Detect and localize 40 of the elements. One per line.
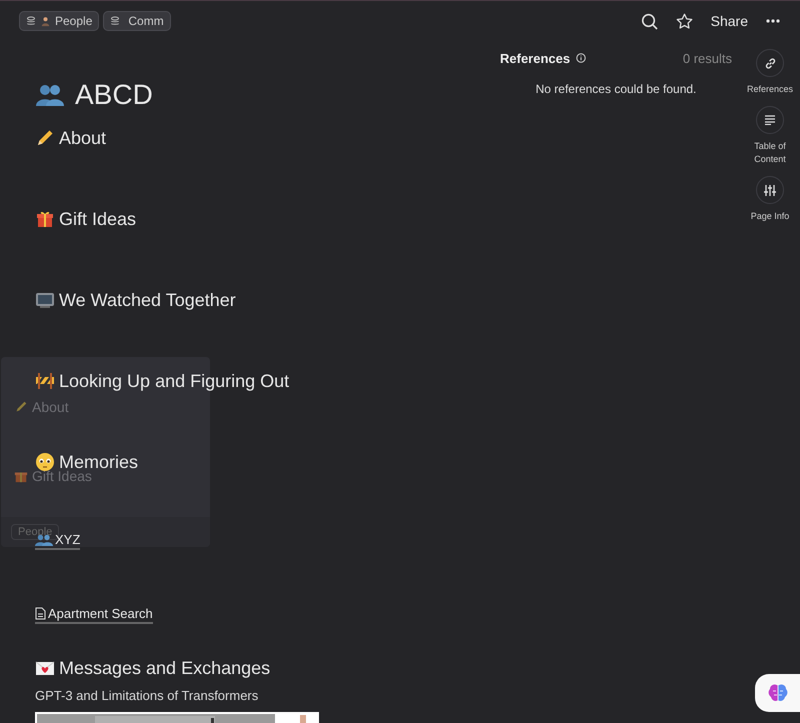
share-button[interactable]: Share xyxy=(710,13,748,29)
section-heading: Looking Up and Figuring Out xyxy=(59,370,290,393)
contents-button[interactable] xyxy=(756,106,784,134)
more-icon[interactable] xyxy=(766,19,780,23)
document-icon xyxy=(35,607,46,620)
page-link[interactable]: Apartment Search xyxy=(35,605,153,624)
section-heading: We Watched Together xyxy=(59,289,236,312)
rail-label: References xyxy=(746,83,794,96)
face-icon xyxy=(35,452,55,472)
barrier-icon xyxy=(35,371,55,391)
link-button[interactable] xyxy=(756,49,784,77)
rail-label: Table of Content xyxy=(753,140,787,166)
breadcrumb-chip[interactable]: Comm xyxy=(103,11,171,31)
people-icon xyxy=(35,83,65,107)
section-heading: About xyxy=(59,127,106,150)
section-heading: Messages and Exchanges xyxy=(59,657,270,680)
pencil-icon xyxy=(14,400,28,414)
empty-message: No references could be found. xyxy=(534,82,698,96)
sliders-icon xyxy=(763,184,777,196)
result-count: 0 results xyxy=(682,50,732,66)
page-title: ABCD xyxy=(75,79,153,111)
info-button[interactable] xyxy=(756,176,784,204)
pencil-icon xyxy=(35,128,55,148)
person-icon xyxy=(40,16,51,26)
section-heading: Gift Ideas xyxy=(59,208,136,231)
stack-icon xyxy=(26,16,36,26)
link-icon xyxy=(764,56,776,70)
assistant-button[interactable] xyxy=(755,674,800,712)
info-icon[interactable] xyxy=(576,53,586,63)
list-icon xyxy=(764,115,776,125)
star-icon[interactable] xyxy=(676,12,693,30)
references-title: References xyxy=(500,50,570,66)
gift-icon xyxy=(35,209,55,229)
stack-icon xyxy=(110,16,120,26)
breadcrumb-chip[interactable]: People xyxy=(19,11,100,31)
paragraph: GPT-3 and Limitations of Transformers xyxy=(35,687,260,705)
search-icon[interactable] xyxy=(640,12,658,30)
brain-icon xyxy=(768,684,788,702)
television-icon xyxy=(35,290,55,310)
rail-label: Page Info xyxy=(750,210,790,223)
